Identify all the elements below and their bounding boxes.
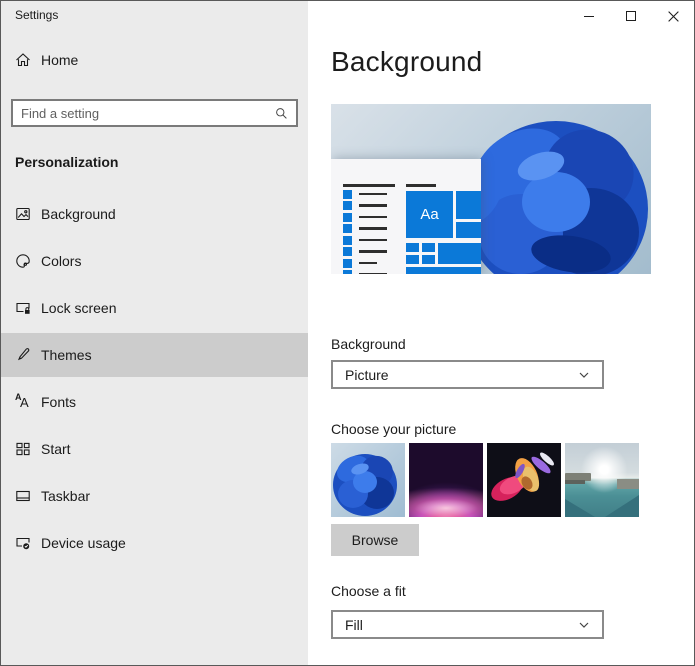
thumbnail-abstract-flower-dark[interactable] xyxy=(487,443,561,517)
bloom-thumb-graphic xyxy=(331,443,405,517)
search-box[interactable] xyxy=(11,99,298,127)
sidebar-item-themes[interactable]: Themes xyxy=(1,333,308,377)
window-controls xyxy=(568,1,694,31)
taskbar-icon xyxy=(15,488,31,504)
thumbnail-lake-sunrise[interactable] xyxy=(565,443,639,517)
water-shadow-right xyxy=(605,495,639,517)
preview-tile xyxy=(456,222,481,238)
maximize-icon xyxy=(625,10,637,22)
flower-thumb-graphic xyxy=(487,443,561,517)
preview-tile xyxy=(406,267,481,274)
sidebar-item-colors[interactable]: Colors xyxy=(1,239,308,283)
chevron-down-icon xyxy=(578,619,590,631)
sidebar: Settings Home Personalization xyxy=(1,1,308,665)
chevron-down-icon xyxy=(578,369,590,381)
sidebar-item-label: Fonts xyxy=(41,394,76,410)
sidebar-item-label: Lock screen xyxy=(41,300,116,316)
fonts-aa-icon: AA xyxy=(15,394,31,410)
sidebar-item-lock-screen[interactable]: Lock screen xyxy=(1,286,308,330)
maximize-button[interactable] xyxy=(610,1,652,31)
preview-accent-tile: Aa xyxy=(406,191,453,238)
content-pane: Background xyxy=(308,1,694,665)
sidebar-item-home[interactable]: Home xyxy=(1,48,308,72)
preview-sample-window: Aa xyxy=(331,159,481,274)
preview-tile xyxy=(456,191,481,219)
sidebar-item-label: Device usage xyxy=(41,535,126,551)
search-input[interactable] xyxy=(21,106,275,121)
home-icon xyxy=(15,52,31,68)
thumbnail-windows-11-bloom[interactable] xyxy=(331,443,405,517)
paintbrush-icon xyxy=(15,347,31,363)
dropdown-selected-value: Picture xyxy=(345,367,578,383)
picture-thumbnails xyxy=(331,443,694,517)
preview-tile xyxy=(422,255,435,264)
minimize-button[interactable] xyxy=(568,1,610,31)
sidebar-item-label: Taskbar xyxy=(41,488,90,504)
sidebar-item-start[interactable]: Start xyxy=(1,427,308,471)
dropdown-selected-value: Fill xyxy=(345,617,578,633)
sidebar-item-background[interactable]: Background xyxy=(1,192,308,236)
sidebar-nav: Background Colors Lock screen xyxy=(1,192,308,565)
sidebar-item-label: Themes xyxy=(41,347,92,363)
background-preview-image: Aa xyxy=(331,104,651,274)
shoreline-left-dark xyxy=(565,480,585,484)
sidebar-item-label: Home xyxy=(41,52,78,68)
close-icon xyxy=(667,10,680,23)
background-type-dropdown[interactable]: Picture xyxy=(331,360,604,389)
preview-settings-list xyxy=(343,184,395,274)
sidebar-item-label: Background xyxy=(41,206,116,222)
sidebar-item-fonts[interactable]: AA Fonts xyxy=(1,380,308,424)
settings-window: Settings Home Personalization xyxy=(0,0,695,666)
sidebar-item-label: Start xyxy=(41,441,71,457)
choose-picture-label: Choose your picture xyxy=(331,420,694,439)
preview-tile xyxy=(438,243,481,264)
sidebar-item-label: Colors xyxy=(41,253,81,269)
window-title: Settings xyxy=(1,1,308,22)
close-button[interactable] xyxy=(652,1,694,31)
choose-fit-label: Choose a fit xyxy=(331,582,694,601)
device-check-icon xyxy=(15,535,31,551)
background-field-label: Background xyxy=(331,335,694,354)
page-title: Background xyxy=(331,43,694,81)
thumbnail-purple-glow-dark[interactable] xyxy=(409,443,483,517)
preview-tile xyxy=(406,243,419,252)
sidebar-item-taskbar[interactable]: Taskbar xyxy=(1,474,308,518)
browse-button[interactable]: Browse xyxy=(331,524,419,556)
image-icon xyxy=(15,206,31,222)
minimize-icon xyxy=(583,10,595,22)
monitor-lock-icon xyxy=(15,300,31,316)
preview-start-menu xyxy=(406,184,481,187)
fit-dropdown[interactable]: Fill xyxy=(331,610,604,639)
search-icon[interactable] xyxy=(275,107,288,120)
preview-tile xyxy=(422,243,435,252)
sidebar-item-device-usage[interactable]: Device usage xyxy=(1,521,308,565)
preview-tile xyxy=(406,255,419,264)
palette-icon xyxy=(15,253,31,269)
water-shadow-left xyxy=(565,499,595,517)
shoreline-right xyxy=(617,479,639,489)
tiles-grid-icon xyxy=(15,441,31,457)
section-title-personalization: Personalization xyxy=(15,153,308,172)
